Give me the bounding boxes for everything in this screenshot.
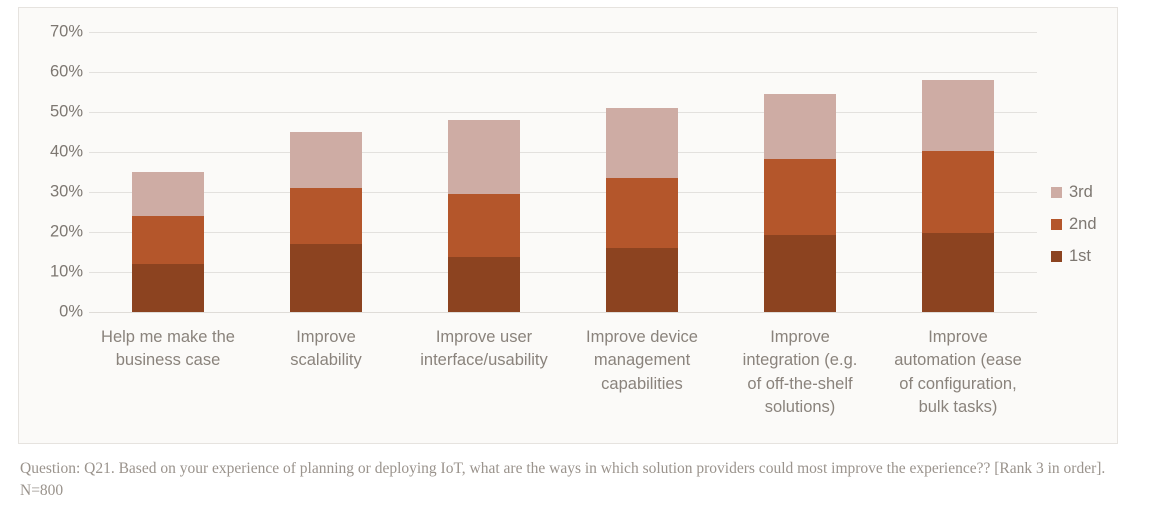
bar-segment-3rd[interactable] [606,108,678,178]
y-axis-tick-label: 30% [49,182,83,201]
y-axis-tick-label: 60% [49,62,83,81]
stacked-bar[interactable] [764,94,836,312]
legend-item-1st[interactable]: 1st [1051,240,1131,272]
y-axis-tick-label: 20% [49,222,83,241]
bar-segment-2nd[interactable] [290,188,362,244]
x-axis-category-label: Improve user interface/usability [420,328,548,370]
bar-segment-2nd[interactable] [922,151,994,233]
bar-segment-1st[interactable] [764,234,836,312]
bar-segment-3rd[interactable] [764,94,836,160]
legend-swatch-icon [1051,186,1062,198]
legend-item-2nd[interactable]: 2nd [1051,208,1131,240]
y-axis-tick-label: 10% [49,262,83,281]
bar-slot [563,32,721,312]
x-axis-labels: Help me make the business case Improve sc… [89,320,1037,420]
chart-legend: 3rd 2nd 1st [1051,176,1131,272]
legend-label: 2nd [1069,214,1097,233]
x-axis-category-label: Improve scalability [290,328,362,370]
x-axis-category-label: Improve automation (ease of configuratio… [894,328,1022,417]
bar-segment-2nd[interactable] [764,159,836,235]
legend-item-3rd[interactable]: 3rd [1051,176,1131,208]
bar-segment-2nd[interactable] [448,194,520,257]
bar-segment-3rd[interactable] [290,132,362,188]
y-axis-tick-label: 40% [49,142,83,161]
bar-segment-3rd[interactable] [922,80,994,152]
plot-area [89,32,1037,313]
bar-segment-1st[interactable] [132,264,204,312]
bar-slot [247,32,405,312]
bar-slot [405,32,563,312]
stacked-bar[interactable] [606,108,678,312]
bar-segment-1st[interactable] [606,248,678,312]
legend-label: 3rd [1069,182,1093,201]
x-axis-category-label: Improve integration (e.g. of off-the-she… [742,328,858,417]
x-axis-category-label: Improve device management capabilities [586,328,698,393]
bar-slot [879,32,1037,312]
stacked-bar[interactable] [290,132,362,312]
y-axis-labels: 0% 10% 20% 30% 40% 50% 60% 70% [19,23,83,321]
bar-series-container [89,32,1037,312]
bar-segment-1st[interactable] [448,256,520,312]
bar-segment-1st[interactable] [922,232,994,312]
bar-segment-3rd[interactable] [448,120,520,195]
stacked-bar[interactable] [132,172,204,312]
bar-slot [89,32,247,312]
x-axis-category-label: Help me make the business case [101,328,235,370]
bar-slot [721,32,879,312]
y-axis-tick-label: 70% [49,22,83,41]
legend-label: 1st [1069,246,1092,265]
legend-swatch-icon [1051,250,1062,262]
bar-segment-1st[interactable] [290,244,362,312]
bar-segment-2nd[interactable] [132,216,204,264]
chart-frame: 0% 10% 20% 30% 40% 50% 60% 70% Help me make the… [18,7,1118,444]
footnote-text: Question: Q21. Based on your experience … [20,460,1106,500]
y-axis-tick-label: 0% [59,302,83,321]
stacked-bar[interactable] [448,120,520,312]
y-axis-tick-label: 50% [49,102,83,121]
legend-swatch-icon [1051,218,1062,230]
axis-baseline [89,312,1037,313]
bar-segment-3rd[interactable] [132,172,204,216]
bar-segment-2nd[interactable] [606,178,678,248]
chart-screenshot: 0% 10% 20% 30% 40% 50% 60% 70% Help me make the… [0,0,1157,519]
stacked-bar[interactable] [922,80,994,312]
